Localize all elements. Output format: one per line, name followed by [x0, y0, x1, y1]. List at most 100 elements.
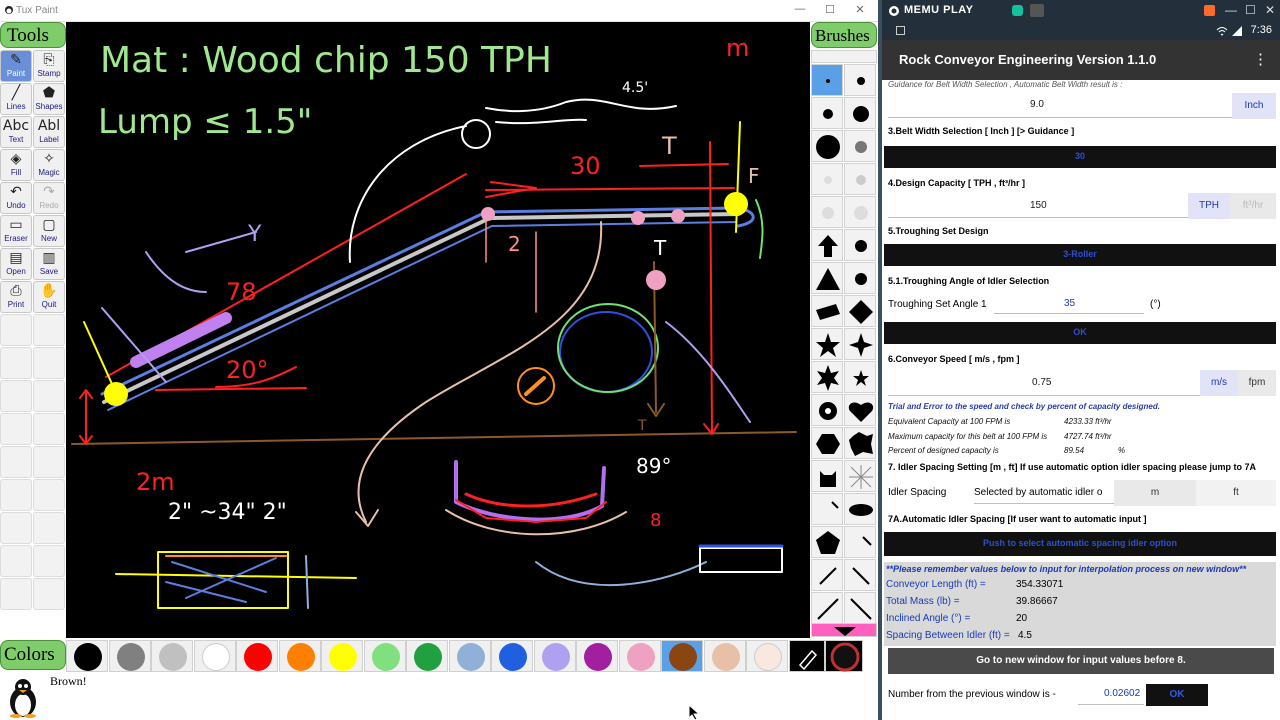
- color-swatch[interactable]: [533, 640, 576, 672]
- brush-small-dot-button[interactable]: [811, 64, 843, 96]
- brush-diamond-button[interactable]: [844, 295, 876, 327]
- color-swatch[interactable]: [66, 640, 108, 672]
- tool-fill-button[interactable]: ◈ Fill: [0, 149, 32, 181]
- color-swatch[interactable]: [576, 640, 618, 672]
- memu-close-button[interactable]: ✕: [1265, 3, 1275, 17]
- color-swatch[interactable]: [151, 640, 193, 672]
- brush-slash2-button[interactable]: [844, 526, 876, 558]
- tool-undo-button[interactable]: ↶ Undo: [0, 182, 32, 214]
- maximize-button[interactable]: ☐: [820, 3, 840, 16]
- brush-line-c-button[interactable]: [811, 592, 843, 624]
- notification-icon[interactable]: [1204, 5, 1215, 16]
- brush-line-d-button[interactable]: [844, 592, 876, 624]
- brush-star6-button[interactable]: [811, 361, 843, 393]
- color-swatch[interactable]: [108, 640, 151, 672]
- tool-text-button[interactable]: Abc Text: [0, 116, 32, 148]
- brush-hex-button[interactable]: [811, 427, 843, 459]
- tool-paint-button[interactable]: ✎ Paint: [0, 50, 32, 82]
- brush-arrow-up-button[interactable]: [811, 229, 843, 261]
- tool-new-button[interactable]: ▢ New: [33, 215, 65, 247]
- brush-fuzzy-l-button[interactable]: [811, 196, 843, 228]
- color-swatch[interactable]: [491, 640, 533, 672]
- trough-ok-button[interactable]: OK: [884, 322, 1276, 344]
- tool-eraser-button[interactable]: ▭ Eraser: [0, 215, 32, 247]
- brush-oval-button[interactable]: [844, 493, 876, 525]
- memu-minimize-button[interactable]: —: [1225, 3, 1237, 17]
- drawing-canvas[interactable]: Mat : Wood chip 150 TPH Lump ≤ 1.5" m 30…: [66, 22, 810, 638]
- brush-line-a-button[interactable]: [811, 559, 843, 591]
- speed-input[interactable]: 0.75: [1032, 377, 1051, 388]
- color-swatch[interactable]: [406, 640, 448, 672]
- goto-new-window-button[interactable]: Go to new window for input values before…: [888, 648, 1274, 674]
- brush-triangle-button[interactable]: [811, 262, 843, 294]
- auto-idler-button[interactable]: Push to select automatic spacing idler o…: [884, 532, 1276, 556]
- brush-heart-button[interactable]: [844, 394, 876, 426]
- unit-m-button[interactable]: m: [1114, 480, 1196, 506]
- app-thumbnail-icon[interactable]: [1030, 4, 1044, 17]
- brush-star-s-button[interactable]: [844, 361, 876, 393]
- previous-window-input[interactable]: 0.02602: [1104, 688, 1140, 699]
- app-shortcut-icon[interactable]: [1012, 5, 1023, 16]
- tool-open-button[interactable]: ▤ Open: [0, 248, 32, 280]
- brush-dot-button[interactable]: [844, 64, 876, 96]
- tool-print-button[interactable]: ⎙ Print: [0, 281, 32, 313]
- brush-splat-button[interactable]: [844, 427, 876, 459]
- brush-fuzzy-m-button[interactable]: [844, 163, 876, 195]
- brush-line-b-button[interactable]: [844, 559, 876, 591]
- tool-redo-button[interactable]: ↷ Redo: [33, 182, 65, 214]
- unit-tph-button[interactable]: TPH: [1188, 193, 1230, 219]
- color-swatch[interactable]: [193, 640, 236, 672]
- tool-quit-button[interactable]: ✋ Quit: [33, 281, 65, 313]
- unit-ft3hr-button[interactable]: ft³/hr: [1230, 193, 1276, 219]
- tool-save-button[interactable]: ▥ Save: [33, 248, 65, 280]
- color-swatch[interactable]: [278, 640, 321, 672]
- brush-cat-button[interactable]: [811, 460, 843, 492]
- unit-ms-button[interactable]: m/s: [1200, 370, 1238, 396]
- trough-angle-input[interactable]: 35: [1064, 298, 1075, 309]
- color-swatch[interactable]: [363, 640, 406, 672]
- color-swatch[interactable]: [321, 640, 363, 672]
- brushes-scroll-up-button[interactable]: [811, 50, 877, 63]
- close-button[interactable]: ✕: [850, 3, 870, 16]
- brushes-scroll-down-button[interactable]: [811, 623, 877, 637]
- tool-magic-button[interactable]: ✧ Magic: [33, 149, 65, 181]
- tool-lines-button[interactable]: ╱ Lines: [0, 83, 32, 115]
- brush-star4-button[interactable]: [844, 328, 876, 360]
- overflow-menu-icon[interactable]: ⋮: [1253, 50, 1268, 68]
- brush-fuzzy-xl-button[interactable]: [844, 196, 876, 228]
- brush-fuzzy-button[interactable]: [844, 130, 876, 162]
- previous-ok-button[interactable]: OK: [1146, 684, 1208, 706]
- color-wheel-button[interactable]: [824, 640, 863, 672]
- tool-shapes-button[interactable]: ⬟ Shapes: [33, 83, 65, 115]
- tool-stamp-button[interactable]: ⎘ Stamp: [33, 50, 65, 82]
- unit-ft-button[interactable]: ft: [1196, 480, 1276, 506]
- brush-fuzzy-s-button[interactable]: [811, 163, 843, 195]
- roller-button[interactable]: 3-Roller: [884, 244, 1276, 266]
- tool-label-button[interactable]: Abl Label: [33, 116, 65, 148]
- unit-fpm-button[interactable]: fpm: [1238, 370, 1276, 396]
- brush-grid-button[interactable]: [844, 460, 876, 492]
- brush-flower-button[interactable]: [811, 394, 843, 426]
- idler-spacing-input[interactable]: Selected by automatic idler o: [974, 487, 1102, 498]
- belt-width-button[interactable]: 30: [884, 146, 1276, 168]
- minimize-button[interactable]: —: [790, 3, 810, 15]
- guidance-unit-inch[interactable]: Inch: [1232, 93, 1276, 119]
- brush-slash-button[interactable]: [811, 493, 843, 525]
- brush-dot-xl-button[interactable]: [844, 97, 876, 129]
- brush-pentagon-button[interactable]: [811, 526, 843, 558]
- brush-diamond-h-button[interactable]: [811, 295, 843, 327]
- memu-maximize-button[interactable]: ☐: [1245, 3, 1256, 17]
- brush-dot-m-button[interactable]: [844, 262, 876, 294]
- color-swatch[interactable]: [236, 640, 278, 672]
- capacity-input[interactable]: 150: [1030, 200, 1047, 211]
- color-swatch[interactable]: [661, 640, 703, 672]
- brush-dot-l-button[interactable]: [811, 97, 843, 129]
- brush-big-dot-button[interactable]: [811, 130, 843, 162]
- brush-star5-button[interactable]: [811, 328, 843, 360]
- color-swatch[interactable]: [448, 640, 491, 672]
- color-swatch[interactable]: [618, 640, 661, 672]
- color-swatch[interactable]: [746, 640, 788, 672]
- color-picker-button[interactable]: [788, 640, 825, 672]
- brush-dot-s-button[interactable]: [844, 229, 876, 261]
- color-swatch[interactable]: [703, 640, 746, 672]
